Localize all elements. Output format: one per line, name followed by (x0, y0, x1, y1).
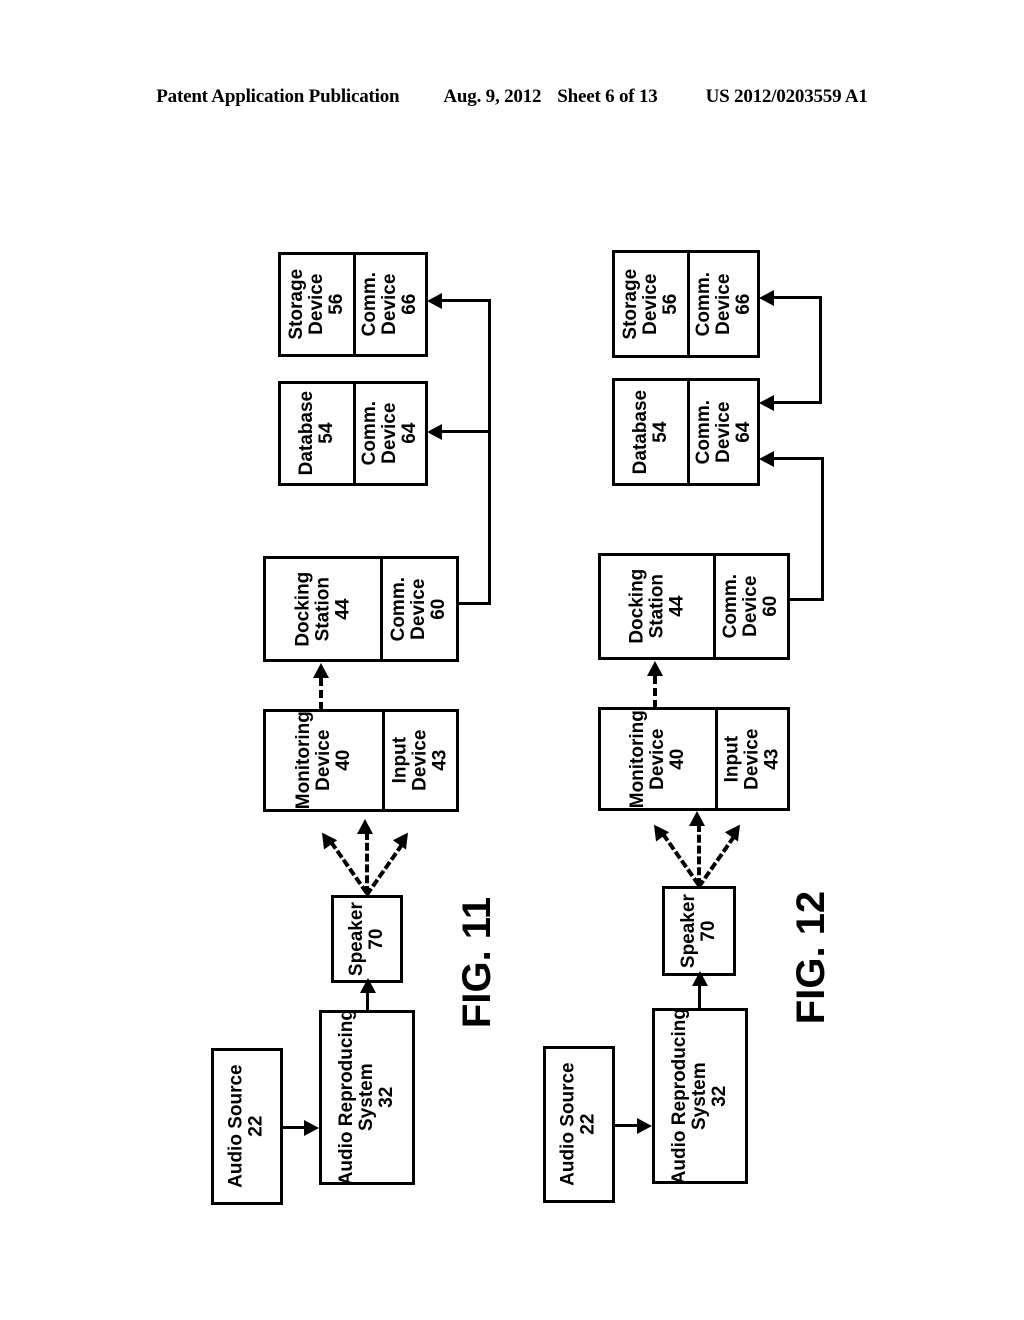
cell-speaker: Speaker 70 (665, 889, 733, 973)
dashed-link-monitoring-to-docking (653, 676, 657, 708)
cell-docking-station-label: Docking Station 44 (625, 569, 688, 644)
cell-database-label: Database 54 (630, 389, 672, 475)
connector-into-comm66 (772, 296, 822, 299)
block-audio-source: Audio Source 22 (543, 1042, 616, 1203)
connector-reproducing-to-speaker (698, 984, 701, 1008)
arrowhead-into-docking-station (313, 663, 329, 678)
sound-ray-right (697, 819, 747, 889)
cell-speaker-label: Speaker 70 (677, 894, 720, 968)
block-storage-device: Storage Device 56 Comm. Device 66 (612, 246, 761, 358)
sound-ray-left (647, 819, 701, 886)
cell-audio-source-label: Audio Source 22 (557, 1062, 600, 1187)
cell-docking-station: Docking Station 44 (601, 556, 713, 657)
connector-comm64-to-comm66-riser (819, 296, 822, 404)
connector-comm60-riser (821, 457, 824, 601)
arrowhead-into-speaker (692, 971, 708, 986)
cell-comm-device-60-label: Comm. Device 60 (720, 574, 782, 639)
cell-audio-source: Audio Source 22 (546, 1049, 612, 1200)
cell-database-label: Database 54 (295, 391, 337, 476)
cell-audio-source-label: Audio Source 22 (225, 1064, 268, 1189)
connector-into-comm64-lower (772, 457, 824, 460)
arrowhead-into-reproducing-system (637, 1118, 652, 1134)
cell-input-device: Input Device 43 (715, 710, 787, 808)
block-audio-reproducing-system: Audio Reproducing System 32 (652, 1004, 749, 1184)
cell-storage-device: Storage Device 56 (615, 253, 687, 355)
connector-comm60-stub (790, 598, 824, 601)
sound-ray-center-head (689, 811, 705, 826)
connector-comm64-stub (772, 401, 822, 404)
figure-12: Storage Device 56 Comm. Device 66 Database 54… (340, 0, 852, 1320)
cell-comm-device-66: Comm. Device 66 (687, 253, 757, 355)
sound-ray-right-head (724, 819, 747, 842)
arrowhead-into-reproducing-system (304, 1120, 319, 1136)
arrowhead-into-docking-station (647, 661, 663, 676)
dashed-link-monitoring-to-docking (319, 678, 323, 710)
cell-monitoring-device: Monitoring Device 40 (601, 710, 715, 808)
cell-comm-device-64-label: Comm. Device 64 (692, 399, 754, 465)
sound-ray-right-line (697, 835, 736, 889)
cell-comm-device-60: Comm. Device 60 (713, 556, 787, 657)
arrowhead-into-comm64-lower (759, 451, 774, 467)
arrowhead-into-comm64-upper (759, 395, 774, 411)
cell-audio-reproducing-system-label: Audio Reproducing System 32 (668, 1011, 731, 1181)
block-database: Database 54 Comm. Device 64 (612, 374, 761, 486)
cell-comm-device-66-label: Comm. Device 66 (692, 271, 754, 337)
arrowhead-into-comm66 (759, 290, 774, 306)
sound-ray-left-line (661, 832, 701, 886)
cell-storage-device-label: Storage Device 56 (620, 268, 682, 340)
cell-comm-device-64: Comm. Device 64 (687, 381, 757, 483)
cell-storage-device-label: Storage Device 56 (285, 269, 348, 340)
block-monitoring-device: Monitoring Device 40 Input Device 43 (598, 703, 791, 811)
cell-monitoring-device-label: Monitoring Device 40 (626, 710, 689, 808)
sound-ray-center-line (697, 824, 701, 886)
cell-database: Database 54 (615, 381, 687, 483)
cell-input-device-label: Input Device 43 (721, 728, 783, 790)
block-audio-source: Audio Source 22 (211, 1044, 284, 1205)
figure-12-caption: FIG. 12 (789, 890, 834, 1025)
block-speaker: Speaker 70 (662, 882, 737, 976)
cell-audio-source: Audio Source 22 (214, 1051, 280, 1202)
block-docking-station: Docking Station 44 Comm. Device 60 (598, 549, 791, 660)
cell-audio-reproducing-system: Audio Reproducing System 32 (655, 1011, 745, 1181)
